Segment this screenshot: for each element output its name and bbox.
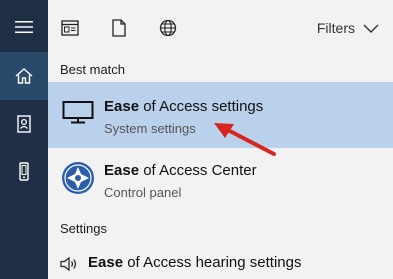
notebook-button[interactable]: [0, 100, 48, 148]
result-title: Ease of Access hearing settings: [88, 254, 302, 271]
result-subtitle: System settings: [104, 121, 196, 136]
filters-dropdown[interactable]: Filters: [317, 17, 379, 39]
result-subtitle: Control panel: [104, 185, 182, 200]
device-button[interactable]: [0, 148, 48, 196]
document-icon: [112, 19, 126, 37]
home-button[interactable]: [0, 52, 48, 100]
web-filter-button[interactable]: [156, 16, 180, 40]
settings-header: Settings: [60, 221, 107, 236]
apps-icon: [61, 20, 79, 36]
result-title: Ease of Access Center: [104, 162, 257, 179]
monitor-icon: [60, 94, 96, 130]
chevron-down-icon: [363, 24, 379, 33]
apps-filter-button[interactable]: [58, 16, 82, 40]
documents-filter-button[interactable]: [107, 16, 131, 40]
globe-icon: [159, 19, 177, 37]
left-rail: [0, 0, 48, 279]
result-ease-of-access-hearing-settings[interactable]: Ease of Access hearing settings: [48, 250, 393, 278]
device-icon: [19, 162, 29, 181]
result-title: Ease of Access settings: [104, 98, 264, 115]
search-filter-bar: Filters: [48, 0, 393, 56]
ease-of-access-icon: [60, 160, 96, 196]
best-match-header: Best match: [60, 62, 126, 77]
menu-button[interactable]: [0, 3, 48, 51]
speaker-icon: [60, 255, 78, 273]
hamburger-icon: [15, 21, 33, 33]
filters-label: Filters: [316, 20, 355, 36]
notebook-icon: [17, 115, 31, 133]
result-ease-of-access-center[interactable]: Ease of Access Center Control panel: [48, 152, 393, 208]
home-icon: [15, 68, 33, 84]
annotation-arrow-icon: [214, 123, 276, 156]
